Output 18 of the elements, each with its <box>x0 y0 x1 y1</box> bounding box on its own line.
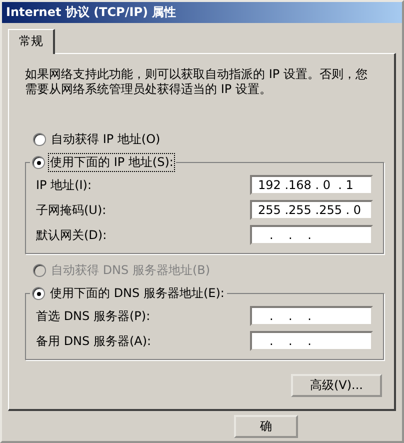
ip-address-field[interactable]: 255 .255 .255 . 0 <box>250 200 373 220</box>
field-label: 备用 DNS 服务器(A): <box>36 332 152 350</box>
ip-address-field[interactable]: . . . <box>250 331 373 351</box>
tab[interactable]: 常规 <box>8 29 55 54</box>
radio-button[interactable]: 使用下面的 IP 地址(S): <box>32 154 174 171</box>
radio-button[interactable]: 自动获得 IP 地址(O) <box>33 131 384 148</box>
ok-button[interactable]: 确 <box>234 415 298 438</box>
radio-button[interactable]: 使用下面的 DNS 服务器地址(E): <box>32 285 226 302</box>
ip-address-field[interactable]: 192 .168 . 0 . 1 <box>250 175 373 195</box>
description-text: 如果网络支持此功能，则可以获取自动指派的 IP 设置。否则，您需要从网络系统管理员处获得适当的 IP 设置。 <box>25 67 368 97</box>
advanced-button[interactable]: 高级(V)... <box>291 374 382 397</box>
field-label: 首选 DNS 服务器(P): <box>36 308 150 324</box>
field-label: IP 地址(I): <box>36 176 92 194</box>
field-label: 默认网关(D): <box>36 226 107 244</box>
window-title: Internet 协议 (TCP/IP) 属性 <box>6 4 176 21</box>
ip-address-field[interactable]: . . . <box>250 225 373 245</box>
ip-address-field[interactable]: . . . <box>250 306 373 326</box>
field-label: 子网掩码(U): <box>36 202 106 218</box>
